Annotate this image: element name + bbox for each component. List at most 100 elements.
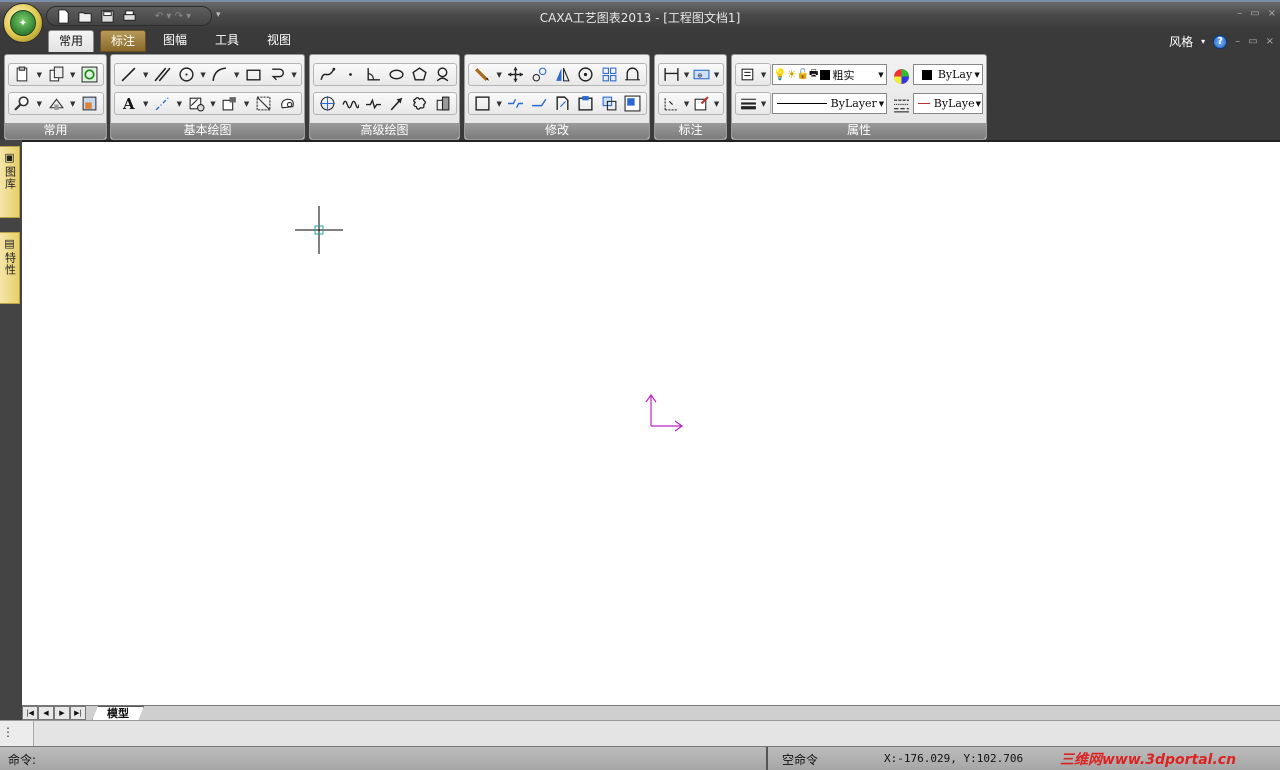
angle-icon[interactable] (362, 65, 385, 85)
hatch-icon[interactable] (184, 94, 208, 114)
last-layout-icon[interactable]: ▶| (70, 706, 86, 720)
tab-annotate[interactable]: 标注 (100, 30, 147, 52)
extend-icon[interactable] (527, 94, 550, 114)
chevron-down-icon[interactable]: ▼ (494, 65, 504, 85)
refresh-icon[interactable] (78, 65, 101, 85)
next-layout-icon[interactable]: ▶ (54, 706, 70, 720)
layer-properties-icon[interactable] (738, 65, 759, 85)
command-window[interactable]: ⋮ (0, 720, 1280, 747)
ribbon-minimize-button[interactable]: – (1235, 36, 1240, 47)
ellipse-icon[interactable] (385, 65, 408, 85)
match-properties-icon[interactable] (44, 94, 67, 114)
trim-icon[interactable] (471, 94, 494, 114)
chevron-down-icon[interactable]: ▼ (242, 94, 252, 114)
circle-icon[interactable] (174, 65, 198, 85)
chevron-down-icon[interactable]: ▾ (1201, 37, 1205, 46)
tab-tools[interactable]: 工具 (205, 30, 249, 52)
mirror-icon[interactable] (551, 65, 574, 85)
coordinate-dim-icon[interactable] (661, 94, 682, 114)
chevron-down-icon[interactable]: ▼ (289, 65, 299, 85)
linetype-manager-icon[interactable] (889, 95, 913, 115)
color-select[interactable]: ByLay ▼ (913, 64, 983, 85)
minimize-button[interactable]: – (1237, 8, 1242, 19)
restore-button[interactable]: ▭ (1250, 8, 1259, 19)
sheet-frame-icon[interactable] (252, 94, 276, 114)
lineweight-icon[interactable] (738, 94, 759, 114)
wave-line-icon[interactable] (339, 94, 362, 114)
move-icon[interactable] (504, 65, 527, 85)
polyline-icon[interactable] (265, 65, 289, 85)
boss-icon[interactable] (431, 94, 454, 114)
ribbon-close-button[interactable]: × (1266, 36, 1274, 47)
chevron-down-icon[interactable]: ▼ (141, 94, 151, 114)
tab-sheet[interactable]: 图幅 (153, 30, 197, 52)
chevron-down-icon[interactable]: ▼ (34, 65, 44, 85)
chevron-down-icon[interactable]: ▼ (208, 94, 218, 114)
close-button[interactable]: × (1268, 8, 1276, 19)
chevron-down-icon[interactable]: ▼ (68, 94, 78, 114)
edit-annotation-icon[interactable] (691, 94, 712, 114)
chevron-down-icon[interactable]: ▼ (34, 94, 44, 114)
lineweight-select[interactable]: ByLaye ▼ (913, 93, 983, 114)
delete-icon[interactable] (471, 65, 494, 85)
linetype-select[interactable]: ByLayer ▼ (772, 93, 887, 114)
image-insert-icon[interactable] (275, 94, 299, 114)
chevron-down-icon[interactable]: ▼ (712, 65, 721, 85)
first-layout-icon[interactable]: |◀ (22, 706, 38, 720)
color-wheel-icon[interactable] (889, 66, 913, 86)
zoom-icon[interactable] (11, 94, 34, 114)
polygon-icon[interactable] (408, 65, 431, 85)
rotate-icon[interactable] (574, 65, 597, 85)
break-line-icon[interactable] (362, 94, 385, 114)
point-icon[interactable] (339, 65, 362, 85)
revision-cloud-icon[interactable] (408, 94, 431, 114)
ribbon-restore-button[interactable]: ▭ (1248, 36, 1257, 47)
tab-view[interactable]: 视图 (257, 30, 301, 52)
centerline-icon[interactable] (151, 94, 175, 114)
dimension-icon[interactable] (661, 65, 682, 85)
arrow-icon[interactable] (385, 94, 408, 114)
copy-move-icon[interactable] (527, 65, 550, 85)
tab-common[interactable]: 常用 (48, 30, 95, 52)
chevron-down-icon[interactable]: ▼ (759, 65, 768, 85)
fillet-icon[interactable] (574, 94, 597, 114)
tolerance-icon[interactable]: ⊕ (691, 65, 712, 85)
scale-icon[interactable] (621, 94, 644, 114)
command-grip-icon[interactable]: ⋮ (0, 721, 34, 747)
chevron-down-icon[interactable]: ▼ (682, 94, 691, 114)
style-menu[interactable]: 风格 (1169, 33, 1193, 50)
chevron-down-icon[interactable]: ▼ (682, 65, 691, 85)
prev-layout-icon[interactable]: ◀ (38, 706, 54, 720)
array-icon[interactable] (597, 65, 620, 85)
chevron-down-icon[interactable]: ▼ (174, 94, 184, 114)
line-icon[interactable] (117, 65, 141, 85)
stretch-icon[interactable] (621, 65, 644, 85)
block-insert-icon[interactable] (218, 94, 242, 114)
parallel-line-icon[interactable] (151, 65, 175, 85)
layer-select[interactable]: 💡 ☀ 🔓 🖶 粗实 ▼ (772, 64, 887, 85)
sidebar-tab-properties[interactable]: ▤ 特性 (0, 232, 20, 304)
keyhole-icon[interactable] (431, 65, 454, 85)
chevron-down-icon[interactable]: ▼ (494, 94, 504, 114)
chevron-down-icon[interactable]: ▼ (232, 65, 242, 85)
offset-icon[interactable] (597, 94, 620, 114)
break-icon[interactable] (504, 94, 527, 114)
sidebar-tab-library[interactable]: ▣ 图库 (0, 146, 20, 218)
rectangle-icon[interactable] (242, 65, 266, 85)
application-menu-button[interactable]: ✦ (3, 3, 43, 43)
chevron-down-icon[interactable]: ▼ (198, 65, 208, 85)
chevron-down-icon[interactable]: ▼ (68, 65, 78, 85)
chevron-down-icon[interactable]: ▼ (712, 94, 721, 114)
layer-manager-icon[interactable] (78, 94, 101, 114)
chevron-down-icon[interactable]: ▼ (759, 94, 768, 114)
spline-icon[interactable] (316, 65, 339, 85)
chamfer-icon[interactable] (551, 94, 574, 114)
tab-model[interactable]: 模型 (92, 706, 144, 721)
drawing-canvas[interactable] (22, 140, 1280, 705)
help-icon[interactable]: ? (1213, 34, 1228, 49)
center-mark-icon[interactable] (316, 94, 339, 114)
arc-icon[interactable] (208, 65, 232, 85)
copy-icon[interactable] (44, 65, 67, 85)
text-icon[interactable]: A (117, 94, 141, 114)
chevron-down-icon[interactable]: ▼ (141, 65, 151, 85)
